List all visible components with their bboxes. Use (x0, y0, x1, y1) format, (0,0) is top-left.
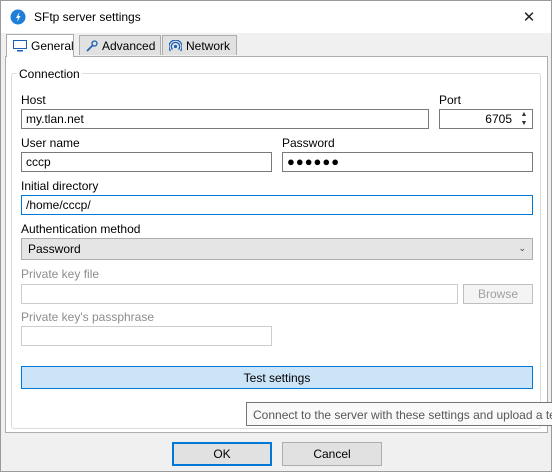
auth-method-value: Password (28, 242, 81, 256)
auth-method-select[interactable]: Password ⌄ (21, 238, 533, 260)
tab-advanced[interactable]: Advanced (79, 35, 161, 55)
passphrase-label: Private key's passphrase (21, 310, 155, 324)
test-settings-tooltip: Connect to the server with these setting… (246, 402, 552, 426)
host-label: Host (21, 93, 46, 107)
password-label: Password (282, 136, 335, 150)
port-value: 6705 (485, 112, 512, 126)
chevron-down-icon: ⌄ (518, 243, 526, 253)
cancel-button[interactable]: Cancel (282, 442, 382, 466)
signal-icon (169, 39, 182, 52)
tab-network-label: Network (186, 38, 231, 53)
username-input[interactable]: cccp (21, 152, 272, 172)
tab-general[interactable]: General (6, 34, 74, 57)
port-spin-buttons[interactable]: ▲ ▼ (515, 110, 532, 128)
tab-general-label: General (31, 39, 74, 53)
port-label: Port (439, 93, 462, 107)
private-key-input[interactable] (21, 284, 458, 304)
auth-method-label: Authentication method (21, 222, 141, 236)
tab-advanced-label: Advanced (102, 38, 156, 53)
close-icon: ✕ (522, 9, 536, 26)
username-label: User name (21, 136, 80, 150)
browse-button[interactable]: Browse (463, 284, 533, 304)
password-input[interactable]: ●●●●●● (282, 152, 533, 172)
initial-directory-label: Initial directory (21, 179, 99, 193)
tab-network[interactable]: Network (162, 35, 237, 55)
close-button[interactable]: ✕ (507, 1, 551, 33)
title-bar[interactable]: SFtp server settings ✕ (1, 1, 551, 33)
wrench-icon (86, 39, 98, 52)
initial-directory-input[interactable]: /home/cccp/ (21, 195, 533, 215)
spin-down-icon[interactable]: ▼ (516, 119, 532, 128)
ok-button[interactable]: OK (172, 442, 272, 466)
test-settings-button[interactable]: Test settings (21, 366, 533, 389)
port-stepper[interactable]: 6705 ▲ ▼ (439, 109, 533, 129)
passphrase-input[interactable] (21, 326, 272, 346)
monitor-icon (13, 40, 27, 52)
private-key-label: Private key file (21, 267, 100, 281)
app-icon (10, 9, 26, 25)
window-title: SFtp server settings (34, 10, 141, 24)
host-input[interactable]: my.tlan.net (21, 109, 429, 129)
connection-group-label: Connection (17, 67, 82, 81)
